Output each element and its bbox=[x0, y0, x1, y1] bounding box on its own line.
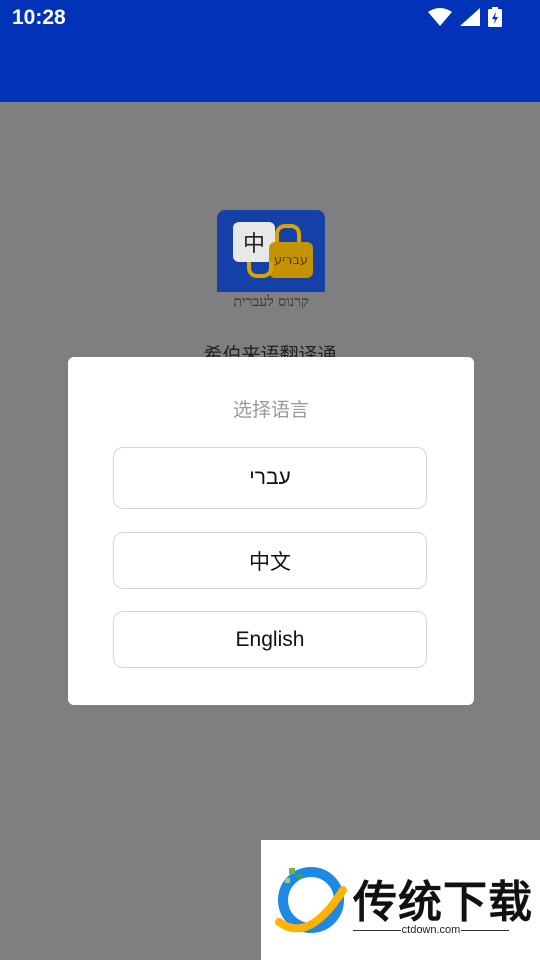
english-button[interactable]: English bbox=[113, 611, 427, 668]
signal-icon bbox=[460, 8, 480, 26]
dialog-title: 选择语言 bbox=[232, 399, 309, 421]
language-dialog: 选择语言 עברי 中文 English bbox=[68, 357, 474, 705]
hebrew-button[interactable]: עברי bbox=[113, 447, 427, 509]
logo-caption: קרנוס לעברית bbox=[233, 294, 309, 310]
status-time: 10:28 bbox=[12, 6, 66, 29]
watermark-brand: 传统下载 bbox=[353, 877, 533, 928]
status-icons bbox=[428, 7, 502, 27]
chinese-button[interactable]: 中文 bbox=[113, 532, 427, 589]
app-logo: 中 עבריע bbox=[217, 210, 325, 292]
swap-arrow-icon bbox=[275, 224, 301, 242]
hebrew-bubble-icon: עבריע bbox=[269, 242, 313, 278]
wifi-icon bbox=[428, 8, 452, 26]
brand-logo-icon bbox=[275, 867, 347, 933]
status-bar: 10:28 bbox=[0, 0, 540, 102]
swap-arrow-icon bbox=[247, 262, 273, 278]
watermark: 传统下载 ctdown.com bbox=[261, 840, 540, 960]
watermark-url: ctdown.com bbox=[401, 924, 461, 936]
battery-charging-icon bbox=[488, 7, 502, 27]
